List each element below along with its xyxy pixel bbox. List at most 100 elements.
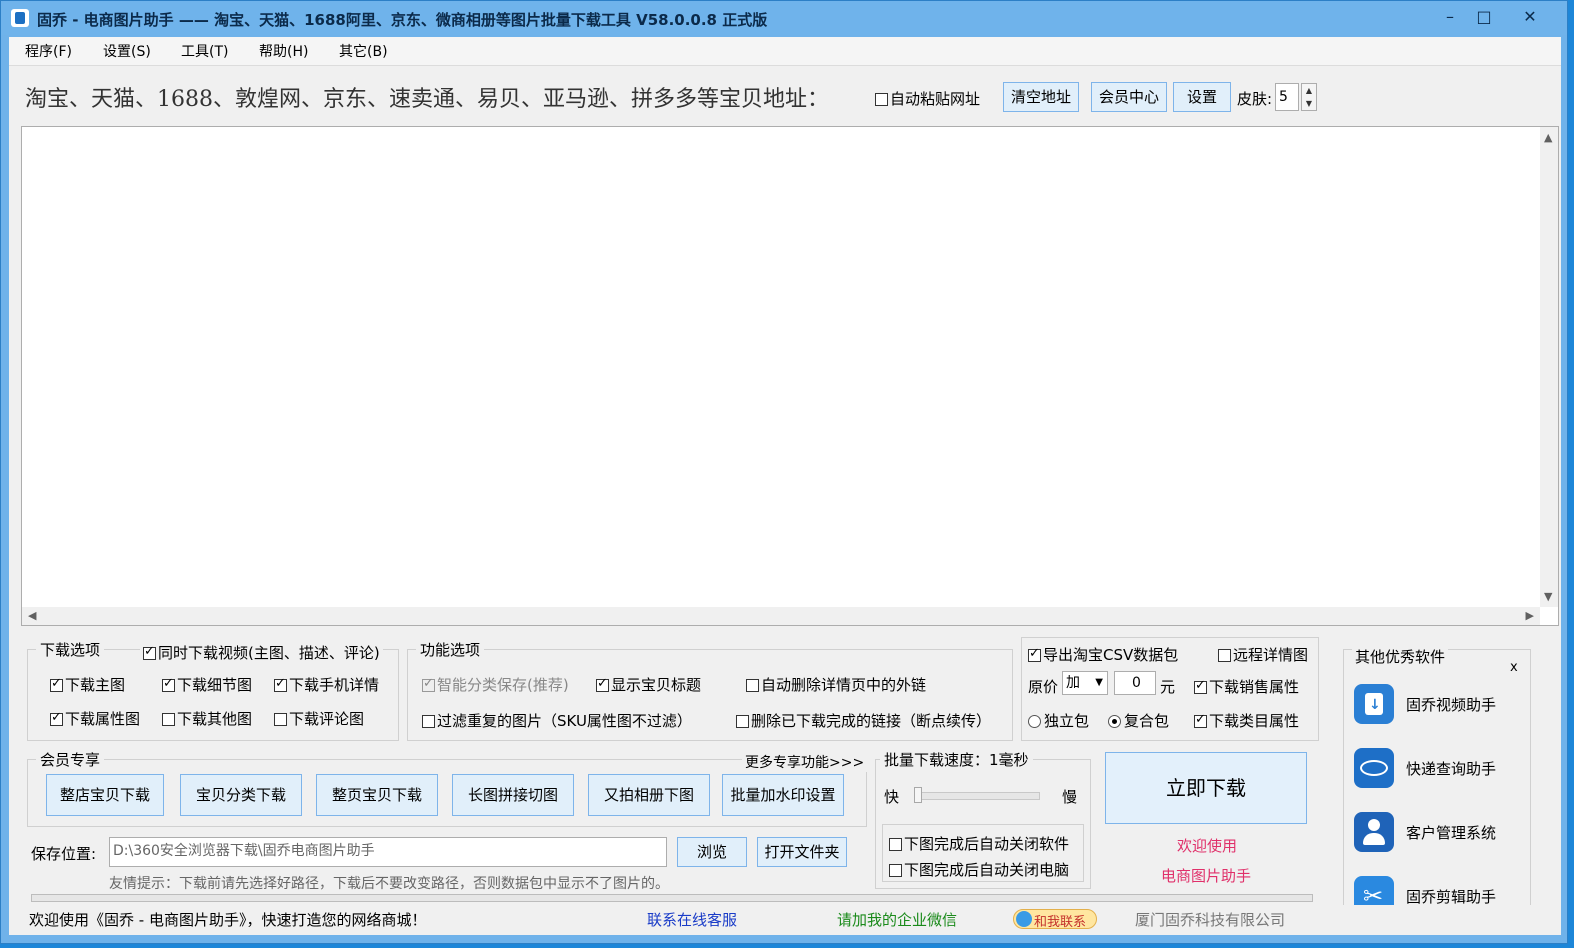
other-software-close[interactable]: x xyxy=(1510,660,1518,675)
export-csv-checkbox[interactable]: 导出淘宝CSV数据包 xyxy=(1028,644,1178,665)
online-service-link[interactable]: 联系在线客服 xyxy=(647,909,737,930)
minimize-button[interactable]: – xyxy=(1433,5,1467,29)
show-title-box[interactable] xyxy=(596,676,609,692)
save-tip: 友情提示：下载前请先选择好路径，下载后不要改变路径，否则数据包中显示不了图片的。 xyxy=(109,876,669,892)
category-attr-box[interactable] xyxy=(1194,712,1207,728)
wechat-link[interactable]: 请加我的企业微信 xyxy=(837,909,957,930)
export-csv-box[interactable] xyxy=(1028,646,1041,662)
download-other-box[interactable] xyxy=(162,713,175,726)
price-op-select[interactable]: 加 ▼ xyxy=(1062,671,1108,695)
menu-help[interactable]: 帮助(H) xyxy=(259,41,308,61)
standalone-radio-dot[interactable] xyxy=(1028,715,1041,728)
window-title: 固乔 - 电商图片助手 —— 淘宝、天猫、1688阿里、京东、微商相册等图片批量… xyxy=(37,11,768,29)
smart-save-checkbox[interactable]: 智能分类保存(推荐) xyxy=(422,674,569,695)
menu-tools[interactable]: 工具(T) xyxy=(181,41,228,61)
auto-delete-link-box[interactable] xyxy=(746,679,759,692)
browse-button[interactable]: 浏览 xyxy=(677,837,747,867)
software-item-customer[interactable]: 客户管理系统 xyxy=(1354,812,1524,856)
close-button[interactable]: ✕ xyxy=(1513,5,1547,29)
standalone-radio[interactable]: 独立包 xyxy=(1028,710,1089,731)
spin-down-icon[interactable]: ▼ xyxy=(1302,97,1316,110)
auto-close-app-box[interactable] xyxy=(889,838,902,851)
price-value-input[interactable]: 0 xyxy=(1114,671,1156,695)
download-other-checkbox[interactable]: 下载其他图 xyxy=(162,708,252,729)
download-mobile-label: 下载手机详情 xyxy=(289,676,380,694)
show-title-checkbox[interactable]: 显示宝贝标题 xyxy=(596,674,701,695)
sales-attr-checkbox[interactable]: 下载销售属性 xyxy=(1194,676,1299,697)
long-image-button[interactable]: 长图拼接切图 xyxy=(452,774,574,816)
software-name: 固乔视频助手 xyxy=(1406,696,1497,714)
menu-program[interactable]: 程序(F) xyxy=(25,41,72,61)
download-attr-label: 下载属性图 xyxy=(65,710,141,728)
menu-other[interactable]: 其它(B) xyxy=(339,41,388,61)
auto-paste-box[interactable] xyxy=(875,93,888,106)
menu-settings[interactable]: 设置(S) xyxy=(103,41,151,61)
software-item-express[interactable]: 快递查询助手 xyxy=(1354,748,1524,792)
auto-delete-link-checkbox[interactable]: 自动删除详情页中的外链 xyxy=(746,674,926,695)
whole-shop-download-button[interactable]: 整店宝贝下载 xyxy=(46,774,164,816)
smart-save-box[interactable] xyxy=(422,676,435,692)
remote-detail-checkbox[interactable]: 远程详情图 xyxy=(1218,644,1308,665)
scroll-left-icon[interactable]: ◀ xyxy=(28,609,36,622)
scroll-up-icon[interactable]: ▲ xyxy=(1544,131,1552,144)
member-group: 会员专享 更多专享功能>>> 整店宝贝下载 宝贝分类下载 整页宝贝下载 长图拼接… xyxy=(27,749,868,827)
open-folder-button[interactable]: 打开文件夹 xyxy=(757,837,847,867)
delete-done-box[interactable] xyxy=(736,715,749,728)
price-unit: 元 xyxy=(1160,678,1176,696)
spin-up-icon[interactable]: ▲ xyxy=(1302,84,1316,97)
youpai-album-button[interactable]: 又拍相册下图 xyxy=(588,774,710,816)
auto-close-app-checkbox[interactable]: 下图完成后自动关闭软件 xyxy=(889,833,1069,854)
auto-shutdown-checkbox[interactable]: 下图完成后自动关闭电脑 xyxy=(889,859,1069,880)
filter-duplicate-checkbox[interactable]: 过滤重复的图片（SKU属性图不过滤） xyxy=(422,710,692,731)
save-path-input[interactable]: D:\360安全浏览器下载\固乔电商图片助手 xyxy=(109,837,667,867)
price-label: 原价 xyxy=(1028,678,1059,696)
download-main-box[interactable] xyxy=(50,676,63,692)
download-attr-box[interactable] xyxy=(50,710,63,726)
skin-input[interactable]: 5 xyxy=(1275,83,1299,111)
url-input-label: 淘宝、天猫、1688、敦煌网、京东、速卖通、易贝、亚马逊、拼多多等宝贝地址： xyxy=(25,87,829,112)
download-now-button[interactable]: 立即下载 xyxy=(1105,752,1307,824)
download-video-checkbox[interactable]: 同时下载视频(主图、描述、评论) xyxy=(140,642,383,663)
watermark-button[interactable]: 批量加水印设置 xyxy=(722,774,844,816)
download-main-checkbox[interactable]: 下载主图 xyxy=(50,674,125,695)
category-attr-checkbox[interactable]: 下载类目属性 xyxy=(1194,710,1299,731)
download-attr-checkbox[interactable]: 下载属性图 xyxy=(50,708,140,729)
auto-shutdown-box[interactable] xyxy=(889,864,902,877)
download-options-group: 下载选项 同时下载视频(主图、描述、评论) 下载主图 下载细节图 下载手机详情 … xyxy=(27,639,399,741)
speed-slider[interactable] xyxy=(914,787,1040,803)
contact-me-button[interactable]: 和我联系 xyxy=(1013,909,1097,930)
category-attr-label: 下载类目属性 xyxy=(1209,712,1300,730)
composite-radio-dot[interactable] xyxy=(1108,715,1121,728)
download-review-box[interactable] xyxy=(274,713,287,726)
software-item-video[interactable]: ↓ 固乔视频助手 xyxy=(1354,684,1524,728)
skin-spinner[interactable]: ▲ ▼ xyxy=(1301,83,1317,111)
download-mobile-checkbox[interactable]: 下载手机详情 xyxy=(274,674,379,695)
settings-button[interactable]: 设置 xyxy=(1173,82,1231,112)
remote-detail-box[interactable] xyxy=(1218,649,1231,662)
scroll-down-icon[interactable]: ▼ xyxy=(1544,590,1552,603)
download-video-box[interactable] xyxy=(143,644,156,660)
contact-me-label: 和我联系 xyxy=(1034,915,1087,930)
chevron-down-icon[interactable]: ▼ xyxy=(1095,672,1103,694)
speed-slider-thumb[interactable] xyxy=(914,787,922,803)
download-detail-checkbox[interactable]: 下载细节图 xyxy=(162,674,252,695)
filter-duplicate-box[interactable] xyxy=(422,715,435,728)
auto-paste-checkbox[interactable]: 自动粘贴网址 xyxy=(875,88,980,109)
clear-address-button[interactable]: 清空地址 xyxy=(1003,82,1079,112)
download-mobile-box[interactable] xyxy=(274,676,287,692)
scroll-right-icon[interactable]: ▶ xyxy=(1526,609,1534,622)
speed-title: 批量下载速度：1毫秒 xyxy=(880,749,1033,770)
vertical-scrollbar[interactable]: ▲ ▼ xyxy=(1540,127,1558,607)
sales-attr-box[interactable] xyxy=(1194,678,1207,694)
maximize-button[interactable]: □ xyxy=(1467,5,1501,29)
member-center-button[interactable]: 会员中心 xyxy=(1091,82,1167,112)
download-review-checkbox[interactable]: 下载评论图 xyxy=(274,708,364,729)
url-textarea[interactable]: ▲ ▼ ◀ ▶ xyxy=(21,126,1559,626)
whole-page-download-button[interactable]: 整页宝贝下载 xyxy=(316,774,438,816)
horizontal-scrollbar[interactable]: ◀ ▶ xyxy=(22,607,1540,625)
category-download-button[interactable]: 宝贝分类下载 xyxy=(180,774,302,816)
more-functions-link[interactable]: 更多专享功能>>> xyxy=(742,752,868,772)
delete-done-checkbox[interactable]: 删除已下载完成的链接（断点续传） xyxy=(736,710,991,731)
download-detail-box[interactable] xyxy=(162,676,175,692)
composite-radio[interactable]: 复合包 xyxy=(1108,710,1169,731)
